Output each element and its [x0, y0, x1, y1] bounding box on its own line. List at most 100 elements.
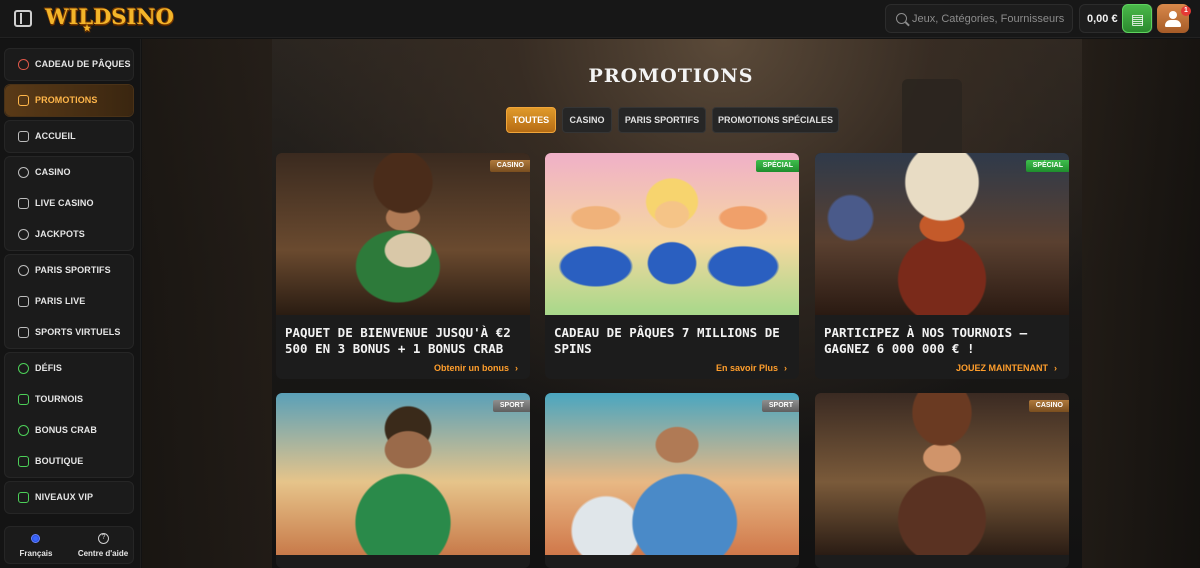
promo-title: CADEAU DE PÂQUES 7 MILLIONS DE SPINS — [554, 325, 780, 356]
promo-cta-link[interactable]: Obtenir un bonus › — [434, 363, 518, 373]
sidebar-footer: Français ? Centre d'aide — [4, 526, 134, 564]
sidebar-item-label: PARIS SPORTIFS — [35, 265, 111, 275]
promo-cta-link[interactable]: JOUEZ MAINTENANT › — [956, 363, 1057, 373]
promo-image-football-player-blue — [545, 393, 799, 555]
sidebar-toggle-icon[interactable] — [14, 10, 32, 27]
promo-image-cowgirl-revolver — [815, 393, 1069, 555]
search-input[interactable] — [912, 11, 1067, 27]
sidebar-item-challenges[interactable]: DÉFIS — [5, 353, 133, 384]
jackpot-icon — [18, 229, 29, 240]
user-icon-body — [1165, 20, 1181, 27]
sidebar-group-casino: CASINO LIVE CASINO JACKPOTS — [4, 156, 134, 251]
promo-image-cowgirl-pistols — [815, 153, 1069, 315]
sidebar-item-label: TOURNOIS — [35, 394, 84, 404]
crab-icon — [18, 425, 29, 436]
sidebar-item-casino[interactable]: CASINO — [5, 157, 133, 188]
promo-cta-label: Obtenir un bonus — [434, 363, 509, 373]
page-title: PROMOTIONS — [588, 65, 754, 87]
background-building-right — [1082, 39, 1200, 568]
promo-card-easter[interactable]: SPÉCIAL CADEAU DE PÂQUES 7 MILLIONS DE S… — [545, 153, 799, 379]
search-icon — [896, 13, 907, 24]
sidebar-item-label: NIVEAUX VIP — [35, 492, 94, 502]
shop-icon — [18, 456, 29, 467]
promo-title: PAQUET DE BIENVENUE JUSQU'À €2 500 EN 3 … — [285, 325, 511, 356]
sidebar-item-easter-gift[interactable]: CADEAU DE PÂQUES — [5, 49, 133, 80]
sidebar-item-shop[interactable]: BOUTIQUE — [5, 446, 133, 477]
sidebar-item-live-betting[interactable]: PARIS LIVE — [5, 286, 133, 317]
notification-badge: 1 — [1181, 6, 1191, 16]
help-center-link[interactable]: ? Centre d'aide — [71, 527, 135, 565]
promo-card-tournaments[interactable]: SPÉCIAL PARTICIPEZ À NOS TOURNOIS – GAGN… — [815, 153, 1069, 379]
category-badge: SPORT — [761, 400, 799, 412]
help-icon: ? — [98, 533, 109, 544]
challenge-icon — [18, 363, 29, 374]
sidebar: CADEAU DE PÂQUES PROMOTIONS ACCUEIL CASI… — [0, 39, 141, 568]
sidebar-item-label: CADEAU DE PÂQUES — [35, 59, 131, 69]
sidebar-group-rewards: DÉFIS TOURNOIS BONUS CRAB BOUTIQUE — [4, 352, 134, 478]
easter-egg-icon — [18, 59, 29, 70]
balance-amount: 0,00 € — [1087, 13, 1118, 25]
sidebar-group-vip: NIVEAUX VIP — [4, 481, 134, 514]
help-label: Centre d'aide — [77, 549, 129, 558]
sidebar-item-label: LIVE CASINO — [35, 198, 94, 208]
promo-cta-label: En savoir Plus — [715, 363, 778, 373]
brand-logo[interactable]: WILDSINO ★ — [45, 4, 174, 34]
sidebar-item-label: ACCUEIL — [35, 131, 76, 141]
sidebar-item-virtual-sports[interactable]: SPORTS VIRTUELS — [5, 317, 133, 348]
promo-card-sport-1[interactable]: SPORT — [276, 393, 530, 568]
vip-icon — [18, 492, 29, 503]
promo-title: PARTICIPEZ À NOS TOURNOIS – GAGNEZ 6 000… — [824, 325, 1028, 356]
promo-card-sport-2[interactable]: SPORT — [545, 393, 799, 568]
sidebar-group-promotions: PROMOTIONS — [4, 84, 134, 117]
chevron-right-icon: › — [1054, 363, 1057, 373]
user-icon — [1169, 11, 1177, 19]
category-badge: SPÉCIAL — [1025, 160, 1069, 172]
promo-cta-link[interactable]: En savoir Plus › — [716, 363, 787, 373]
category-badge: SPÉCIAL — [755, 160, 799, 172]
chevron-right-icon: › — [515, 363, 518, 373]
category-badge: CASINO — [489, 160, 530, 172]
promo-card-welcome[interactable]: CASINO PAQUET DE BIENVENUE JUSQU'À €2 50… — [276, 153, 530, 379]
top-bar: WILDSINO★ 0,00 € ▤ 1 — [0, 0, 1200, 38]
sidebar-item-tournaments[interactable]: TOURNOIS — [5, 384, 133, 415]
sidebar-item-label: PARIS LIVE — [35, 296, 86, 306]
tab-casino[interactable]: CASINO — [562, 107, 612, 133]
sidebar-item-sports-betting[interactable]: PARIS SPORTIFS — [5, 255, 133, 286]
chevron-right-icon: › — [784, 363, 787, 373]
ball-icon — [18, 265, 29, 276]
promo-cta-label: JOUEZ MAINTENANT — [956, 363, 1048, 373]
sidebar-item-home[interactable]: ACCUEIL — [5, 121, 133, 152]
promo-image-easter-bunnies — [545, 153, 799, 315]
background-building-left — [142, 39, 272, 568]
sidebar-item-label: PROMOTIONS — [35, 95, 98, 105]
category-badge: CASINO — [1028, 400, 1069, 412]
language-selector[interactable]: Français — [5, 527, 67, 565]
chip-icon — [18, 167, 29, 178]
tab-sports-betting[interactable]: PARIS SPORTIFS — [618, 107, 706, 133]
star-icon: ★ — [83, 24, 92, 34]
search-box[interactable] — [885, 4, 1073, 33]
sidebar-item-label: SPORTS VIRTUELS — [35, 327, 121, 337]
virtual-sports-icon — [18, 327, 29, 338]
sidebar-group-home: ACCUEIL — [4, 120, 134, 153]
sidebar-item-bonus-crab[interactable]: BONUS CRAB — [5, 415, 133, 446]
wallet-icon: ▤ — [1131, 11, 1145, 27]
promo-card-casino-2[interactable]: CASINO — [815, 393, 1069, 568]
trophy-icon — [18, 394, 29, 405]
sidebar-group-sports: PARIS SPORTIFS PARIS LIVE SPORTS VIRTUEL… — [4, 254, 134, 349]
sidebar-item-promotions[interactable]: PROMOTIONS — [5, 85, 133, 116]
tab-all[interactable]: TOUTES — [506, 107, 556, 133]
wallet-button[interactable]: ▤ — [1122, 4, 1152, 33]
sidebar-item-vip-levels[interactable]: NIVEAUX VIP — [5, 482, 133, 513]
sidebar-item-label: CASINO — [35, 167, 71, 177]
sidebar-item-jackpots[interactable]: JACKPOTS — [5, 219, 133, 250]
sidebar-item-label: DÉFIS — [35, 363, 63, 373]
tab-special-promotions[interactable]: PROMOTIONS SPÉCIALES — [712, 107, 839, 133]
spade-icon — [18, 198, 29, 209]
promo-image-football-player-green — [276, 393, 530, 555]
sidebar-item-label: BONUS CRAB — [35, 425, 98, 435]
main-content: PROMOTIONS TOUTES CASINO PARIS SPORTIFS … — [142, 39, 1200, 568]
sidebar-item-live-casino[interactable]: LIVE CASINO — [5, 188, 133, 219]
gift-icon — [18, 95, 29, 106]
live-icon — [18, 296, 29, 307]
